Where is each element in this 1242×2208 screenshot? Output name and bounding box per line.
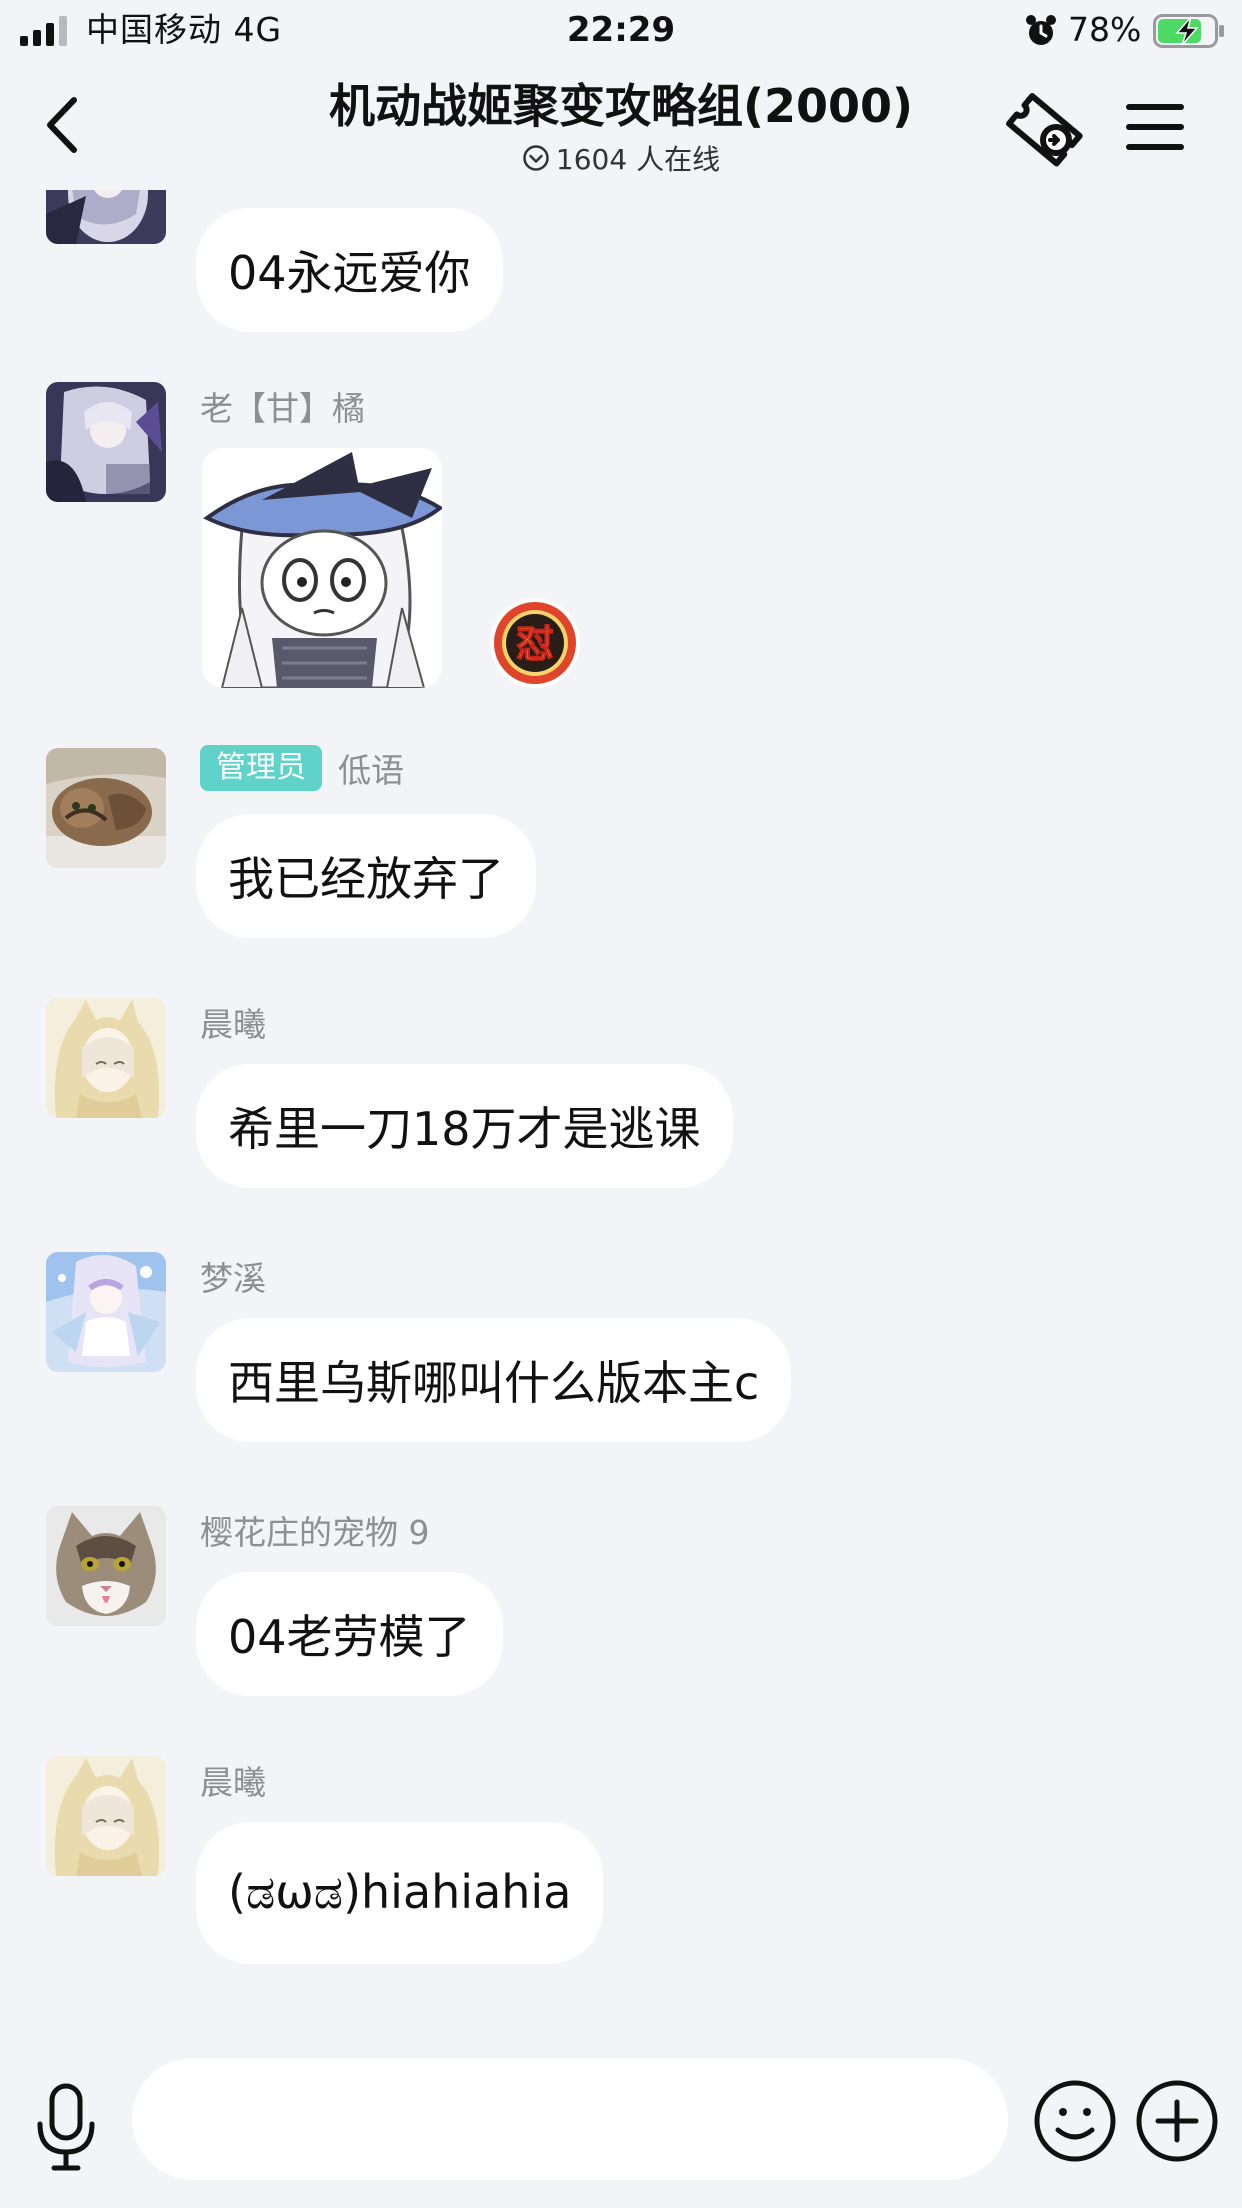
battery-charging-icon: [1153, 14, 1224, 48]
message-bubble[interactable]: 04永远爱你: [196, 208, 503, 332]
fight-badge-icon[interactable]: 怼: [488, 596, 582, 690]
chevron-down-circle-icon: [523, 145, 549, 171]
smiley-icon[interactable]: [1034, 2080, 1116, 2162]
avatar[interactable]: [46, 998, 166, 1118]
avatar-image-icon: [46, 190, 166, 244]
sender-name-text: 低语: [338, 751, 404, 790]
avatar[interactable]: [46, 382, 166, 502]
avatar[interactable]: [46, 190, 166, 244]
message-bubble[interactable]: 04老劳模了: [196, 1572, 503, 1696]
online-status[interactable]: 1604 人在线: [420, 138, 822, 178]
avatar[interactable]: [46, 1756, 166, 1876]
message-text: 04老劳模了: [228, 1610, 471, 1664]
anime-sticker-icon: [202, 448, 442, 688]
sender-name[interactable]: 管理员 低语: [200, 744, 404, 792]
avatar-image-icon: [46, 1506, 166, 1626]
message-bubble[interactable]: 我已经放弃了: [196, 814, 536, 938]
reaction-text: 怼: [516, 622, 554, 666]
online-count: 1604 人在线: [555, 143, 721, 176]
sender-name[interactable]: 晨曦: [200, 1756, 266, 1804]
avatar[interactable]: [46, 1506, 166, 1626]
back-arrow-icon[interactable]: [38, 92, 88, 158]
chat-header: 机动战姬聚变攻略组(2000) 1604 人在线: [0, 62, 1242, 190]
ticket-icon[interactable]: [1000, 84, 1090, 174]
avatar-image-icon: [46, 1252, 166, 1372]
message-text: 我已经放弃了: [228, 852, 504, 906]
avatar-image-icon: [46, 998, 166, 1118]
plus-circle-icon[interactable]: [1136, 2080, 1218, 2162]
message-list[interactable]: 04永远爱你 老【甘】橘 怼 管理员 低语 我已经放弃了 晨曦 希里一刀18万才…: [0, 190, 1242, 2030]
sender-name[interactable]: 梦溪: [200, 1252, 266, 1300]
group-title[interactable]: 机动战姬聚变攻略组(2000): [250, 76, 992, 136]
avatar-image-icon: [46, 382, 166, 502]
message-bubble[interactable]: 希里一刀18万才是逃课: [196, 1064, 733, 1188]
microphone-icon[interactable]: [34, 2082, 98, 2172]
status-bar: 中国移动 4G 22:29 78%: [0, 0, 1242, 62]
message-text: (ಡωಡ)hiahiahia: [228, 1865, 572, 1919]
message-bubble[interactable]: (ಡωಡ)hiahiahia: [196, 1822, 604, 1964]
avatar-image-icon: [46, 748, 166, 868]
sender-name[interactable]: 晨曦: [200, 998, 266, 1046]
message-input[interactable]: [132, 2058, 1008, 2180]
battery-percent: 78%: [1068, 10, 1142, 49]
avatar[interactable]: [46, 748, 166, 868]
message-bubble[interactable]: 西里乌斯哪叫什么版本主c: [196, 1318, 792, 1442]
input-bar: [0, 2030, 1242, 2208]
avatar[interactable]: [46, 1252, 166, 1372]
sender-name[interactable]: 老【甘】橘: [200, 382, 365, 430]
menu-icon[interactable]: [1124, 100, 1186, 154]
sticker-image[interactable]: [202, 448, 442, 688]
message-text: 西里乌斯哪叫什么版本主c: [228, 1356, 760, 1410]
sender-name[interactable]: 樱花庄的宠物 9: [200, 1506, 430, 1554]
message-text: 04永远爱你: [228, 246, 471, 300]
avatar-image-icon: [46, 1756, 166, 1876]
message-text: 希里一刀18万才是逃课: [228, 1102, 701, 1156]
admin-badge: 管理员: [200, 745, 322, 791]
alarm-clock-icon: [1026, 15, 1056, 45]
